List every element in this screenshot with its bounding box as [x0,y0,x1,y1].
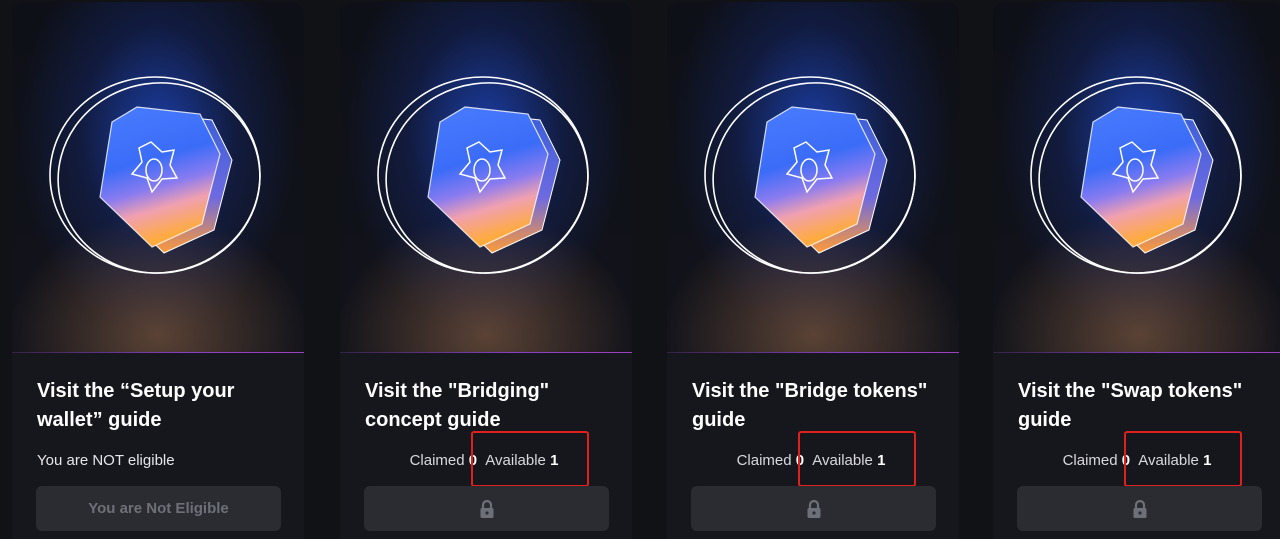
locked-claim-button[interactable] [364,486,609,531]
quest-card: Visit the "Bridging" concept guide Claim… [340,2,632,539]
quest-card: Visit the "Bridge tokens" guide Claimed … [667,2,959,539]
locked-claim-button[interactable] [1017,486,1262,531]
lock-icon [807,499,820,518]
quest-card: Visit the “Setup your wallet” guide You … [12,2,304,539]
lock-icon [1133,499,1146,518]
claimed-label: Claimed [1062,452,1118,469]
claim-stats: Claimed 0 Available 1 [340,431,632,487]
quest-card: Visit the "Swap tokens" guide Claimed 0 … [993,2,1280,539]
available-stat: Available 1 [1124,431,1243,487]
badge-artwork [12,2,304,352]
badge-artwork [667,2,959,352]
hexagon-badge-icon [49,76,261,274]
not-eligible-button[interactable]: You are Not Eligible [36,486,281,531]
highlight-box [798,431,917,487]
hexagon-badge-icon [377,76,589,274]
quest-title: Visit the "Bridge tokens" guide [692,380,928,431]
quest-title: Visit the "Swap tokens" guide [1018,380,1243,431]
card-divider [667,352,959,353]
badge-artwork [993,2,1280,352]
available-stat: Available 1 [471,431,590,487]
badge-artwork [340,2,632,352]
card-divider [993,352,1280,353]
hexagon-badge-icon [1030,76,1242,274]
card-divider [340,352,632,353]
card-divider [12,352,304,353]
eligibility-status: You are NOT eligible [37,452,175,469]
claimed-label: Claimed [409,452,465,469]
claimed-label: Claimed [736,452,792,469]
highlight-box [1124,431,1243,487]
available-stat: Available 1 [798,431,917,487]
claim-stats: Claimed 0 Available 1 [993,431,1280,487]
quest-title: Visit the "Bridging" concept guide [365,380,550,431]
quest-title: Visit the “Setup your wallet” guide [37,380,235,431]
quest-card-grid: Visit the “Setup your wallet” guide You … [0,0,1280,539]
locked-claim-button[interactable] [691,486,936,531]
lock-icon [480,499,493,518]
hexagon-badge-icon [704,76,916,274]
highlight-box [471,431,590,487]
claim-stats: Claimed 0 Available 1 [667,431,959,487]
